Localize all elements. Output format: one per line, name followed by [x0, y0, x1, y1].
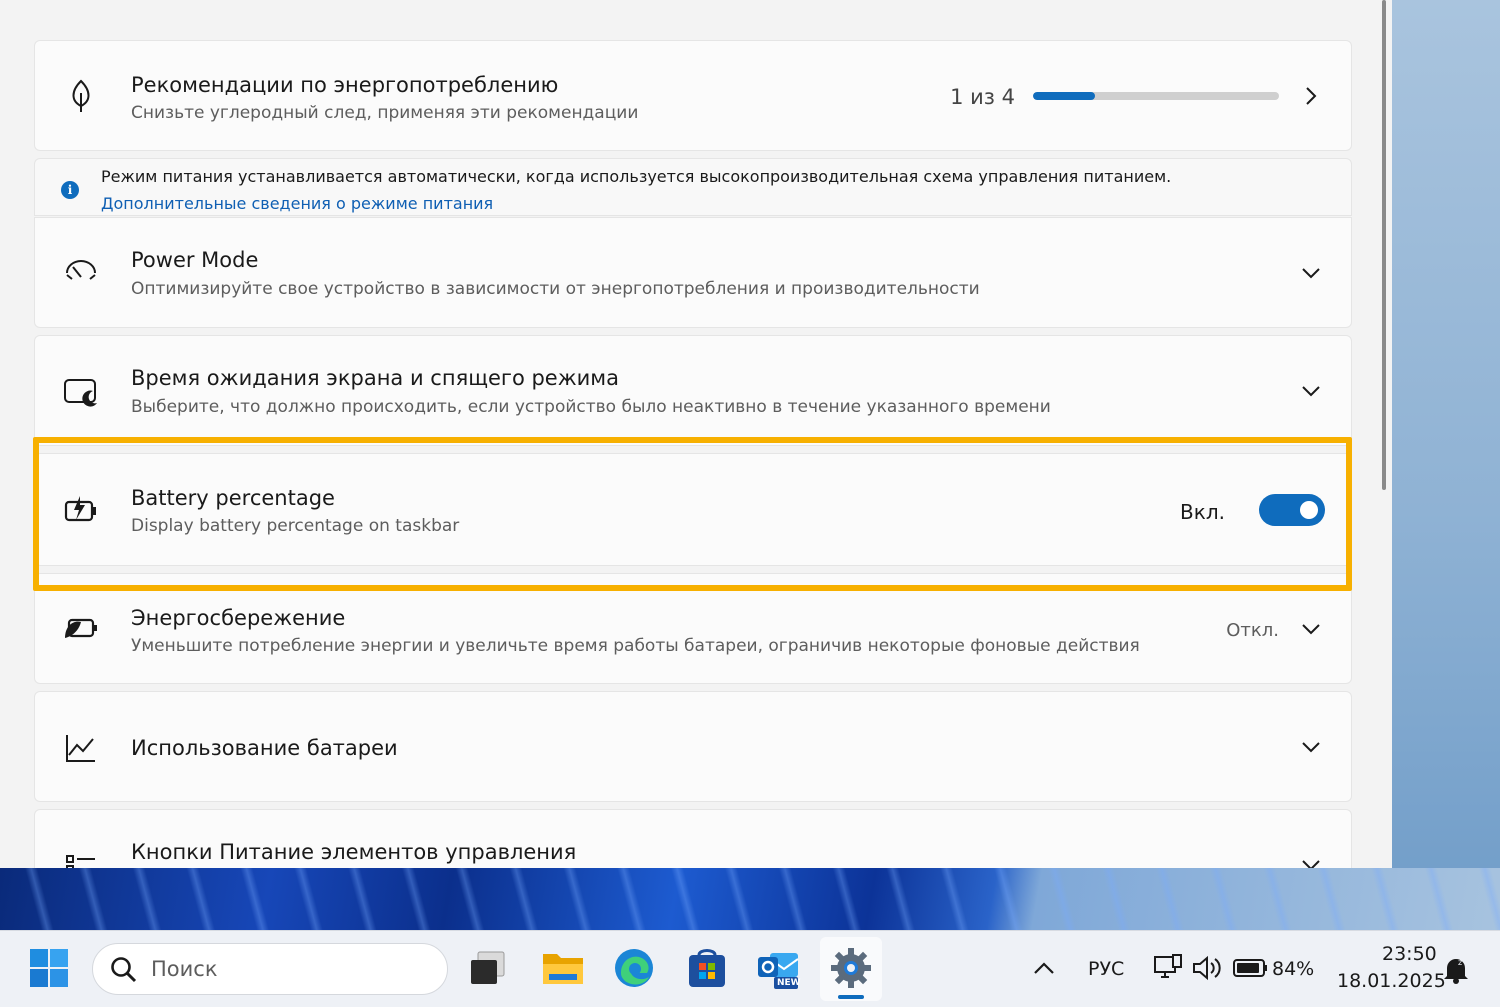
list-icon — [63, 846, 99, 868]
file-explorer-icon[interactable] — [540, 947, 586, 989]
notification-bell-icon[interactable]: z — [1442, 955, 1470, 985]
power-mode-card[interactable]: Power Mode Оптимизируйте свое устройство… — [34, 217, 1352, 328]
clock-date[interactable]: 18.01.2025 — [1337, 970, 1446, 992]
recommendations-progress-bar — [1033, 92, 1279, 100]
chevron-down-icon[interactable] — [1299, 735, 1323, 759]
battery-percentage-card: Battery percentage Display battery perce… — [34, 453, 1352, 566]
power-mode-title: Power Mode — [131, 248, 259, 272]
power-buttons-card[interactable]: Кнопки Питание элементов управления — [34, 809, 1352, 868]
line-chart-icon — [63, 730, 99, 766]
recommendations-subtitle: Снизьте углеродный след, применяя эти ре… — [131, 103, 639, 123]
taskbar-search[interactable]: Поиск — [92, 943, 448, 995]
task-view-icon[interactable] — [467, 949, 509, 989]
speedometer-icon — [63, 254, 99, 290]
screen-timeout-subtitle: Выберите, что должно происходить, если у… — [131, 397, 1051, 417]
edge-icon[interactable] — [612, 946, 656, 990]
store-icon[interactable] — [686, 946, 728, 990]
chevron-up-icon[interactable] — [1030, 957, 1058, 979]
info-icon: i — [61, 181, 79, 199]
battery-percentage-state: Вкл. — [1180, 500, 1225, 524]
outlook-new-badge: NEW — [777, 978, 801, 988]
language-indicator[interactable]: РУС — [1088, 958, 1124, 980]
start-icon[interactable] — [28, 947, 70, 989]
battery-charging-icon — [63, 491, 99, 527]
battery-usage-card[interactable]: Использование батареи — [34, 691, 1352, 802]
info-text: Режим питания устанавливается автоматиче… — [101, 167, 1172, 186]
energy-saver-card[interactable]: Энергосбережение Уменьшите потребление э… — [34, 573, 1352, 684]
outlook-icon[interactable]: NEW — [756, 945, 802, 991]
battery-leaf-icon — [63, 610, 99, 646]
battery-percentage-toggle[interactable] — [1259, 494, 1325, 526]
settings-icon[interactable] — [829, 946, 873, 990]
power-mode-subtitle: Оптимизируйте свое устройство в зависимо… — [131, 279, 980, 299]
energy-saver-state: Откл. — [1226, 620, 1279, 641]
info-learn-more-link[interactable]: Дополнительные сведения о режиме питания — [101, 194, 493, 213]
power-buttons-title: Кнопки Питание элементов управления — [131, 840, 577, 864]
battery-percentage-subtitle: Display battery percentage on taskbar — [131, 516, 460, 536]
battery-icon[interactable] — [1233, 957, 1269, 979]
chevron-down-icon[interactable] — [1299, 617, 1323, 641]
chevron-down-icon[interactable] — [1299, 261, 1323, 285]
leaf-icon — [63, 78, 99, 114]
scrollbar[interactable] — [1382, 0, 1386, 490]
battery-percentage-title: Battery percentage — [131, 486, 335, 510]
taskbar: Поиск NEW РУС 84% 23:50 18.01.2025 z — [0, 930, 1500, 1007]
battery-percent-text: 84% — [1272, 958, 1315, 980]
search-icon — [109, 955, 139, 985]
wallpaper-swirl — [0, 868, 1500, 930]
clock-time[interactable]: 23:50 — [1382, 943, 1437, 965]
volume-icon[interactable] — [1192, 953, 1224, 983]
svg-text:z: z — [1458, 958, 1462, 967]
chevron-down-icon[interactable] — [1299, 379, 1323, 403]
screen-timeout-card[interactable]: Время ожидания экрана и спящего режима В… — [34, 335, 1352, 446]
chevron-right-icon[interactable] — [1299, 84, 1323, 108]
toggle-knob — [1300, 501, 1318, 519]
screen-sleep-icon — [63, 374, 99, 410]
battery-usage-title: Использование батареи — [131, 736, 398, 760]
energy-saver-subtitle: Уменьшите потребление энергии и увеличьт… — [131, 636, 1140, 656]
search-placeholder: Поиск — [151, 957, 218, 981]
network-icon[interactable] — [1153, 953, 1183, 983]
recommendations-progress-label: 1 из 4 — [950, 85, 1015, 109]
screen-timeout-title: Время ожидания экрана и спящего режима — [131, 366, 619, 390]
active-app-indicator — [838, 995, 864, 999]
energy-saver-title: Энергосбережение — [131, 606, 346, 630]
recommendations-card[interactable]: Рекомендации по энергопотреблению Снизьт… — [34, 40, 1352, 151]
chevron-down-icon[interactable] — [1299, 853, 1323, 868]
settings-window: Рекомендации по энергопотреблению Снизьт… — [0, 0, 1392, 868]
power-mode-info-bar: i Режим питания устанавливается автомати… — [34, 158, 1352, 216]
progress-fill — [1033, 92, 1095, 100]
recommendations-title: Рекомендации по энергопотреблению — [131, 73, 559, 97]
